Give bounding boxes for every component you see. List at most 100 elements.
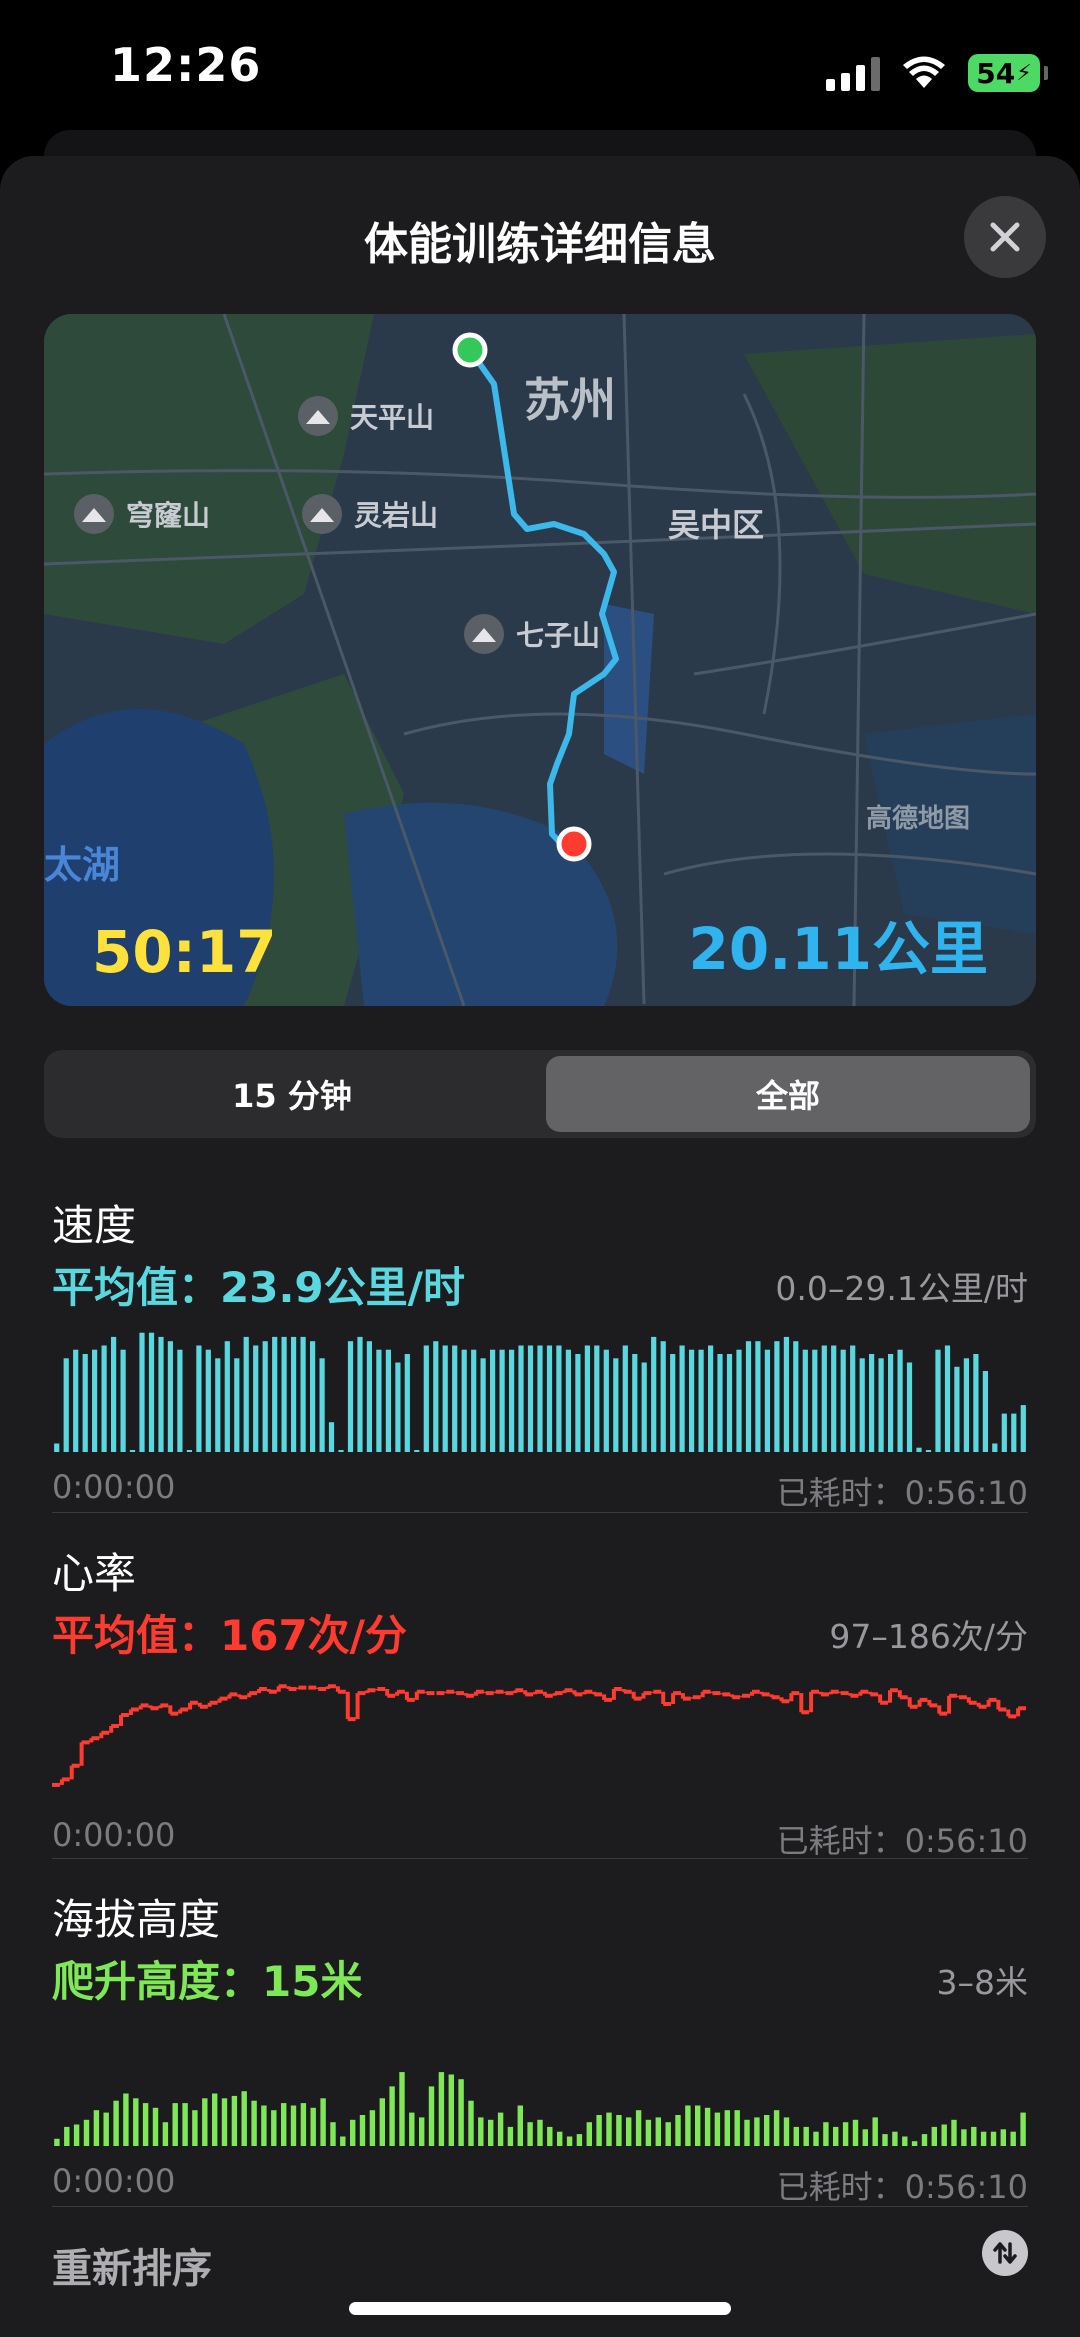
heart-rate-segment xyxy=(917,1697,928,1707)
battery-level: 54 xyxy=(976,56,1016,90)
speed-bar xyxy=(793,1341,799,1452)
elevation-bar xyxy=(862,2129,868,2146)
workout-distance: 20.11公里 xyxy=(688,915,988,983)
elevation-bar xyxy=(833,2126,839,2146)
speed-bar xyxy=(518,1345,524,1452)
heart-rate-average: 平均值：167次/分 xyxy=(52,1611,408,1660)
divider xyxy=(52,1858,1028,1859)
poi-tianpingshan[interactable]: 天平山 xyxy=(298,396,434,436)
elevation-bar xyxy=(911,2141,918,2146)
elevation-bar xyxy=(823,2122,829,2146)
elevation-bar xyxy=(93,2110,100,2146)
reorder-toggle[interactable] xyxy=(982,2230,1028,2276)
poi-label: 灵岩山 xyxy=(354,499,439,532)
heart-rate-segment xyxy=(680,1693,691,1701)
route-map[interactable]: 苏州 吴中区 太湖 高德地图 天平山 穹窿山 灵岩山 七子山 50:17 20.… xyxy=(44,314,1036,1006)
speed-bar xyxy=(357,1336,363,1452)
elevation-section[interactable]: 海拔高度 爬升高度：15米 3–8米 0:00:00 已耗时：0:56:10 xyxy=(52,1886,1028,2216)
elevation-bar xyxy=(497,2112,504,2146)
speed-bar xyxy=(821,1345,827,1452)
heart-rate-segment xyxy=(464,1693,474,1698)
close-icon xyxy=(990,222,1020,252)
heart-rate-segment xyxy=(976,1702,987,1709)
speed-section[interactable]: 速度 平均值：23.9公里/时 0.0–29.1公里/时 0:00:00 已耗时… xyxy=(52,1192,1028,1522)
speed-title: 速度 xyxy=(52,1201,137,1250)
speed-bar xyxy=(433,1341,439,1452)
elevation-bar xyxy=(231,2095,238,2146)
heart-rate-title: 心率 xyxy=(52,1549,137,1598)
close-button[interactable] xyxy=(964,196,1046,278)
speed-bar xyxy=(594,1345,600,1452)
elevation-bar xyxy=(212,2093,218,2146)
poi-qionglongshan[interactable]: 穹窿山 xyxy=(74,494,210,534)
speed-bar xyxy=(774,1341,780,1452)
speed-bar xyxy=(717,1354,723,1452)
heart-rate-segment xyxy=(759,1691,770,1697)
heart-rate-section[interactable]: 心率 平均值：167次/分 97–186次/分 0:00:00 已耗时：0:56… xyxy=(52,1540,1028,1870)
heart-rate-segment xyxy=(503,1691,514,1696)
segment-15-minutes[interactable]: 15 分钟 xyxy=(50,1056,534,1132)
heart-rate-segment xyxy=(779,1697,790,1704)
speed-bar xyxy=(726,1354,733,1452)
heart-rate-segment xyxy=(355,1691,366,1720)
elevation-bar xyxy=(290,2105,297,2146)
elevation-bar xyxy=(320,2098,326,2146)
workout-duration: 50:17 xyxy=(92,918,277,986)
time-range-segmented-control: 15 分钟 全部 xyxy=(44,1050,1036,1138)
speed-bar xyxy=(670,1354,676,1452)
heart-rate-segment xyxy=(888,1688,898,1703)
heart-rate-segment xyxy=(769,1694,780,1700)
speed-bar xyxy=(869,1354,875,1452)
elevation-bar xyxy=(73,2124,80,2146)
heart-rate-segment xyxy=(385,1689,396,1698)
speed-bar xyxy=(736,1349,742,1452)
speed-bar xyxy=(1020,1405,1026,1452)
heart-rate-segment xyxy=(947,1693,957,1714)
speed-bar xyxy=(565,1349,571,1452)
elevation-bar xyxy=(409,2112,415,2146)
heart-rate-segment xyxy=(79,1740,90,1766)
heart-rate-segment xyxy=(168,1705,179,1716)
heart-rate-segment xyxy=(395,1689,405,1696)
segment-all[interactable]: 全部 xyxy=(546,1056,1030,1132)
speed-bar xyxy=(897,1349,903,1452)
cellular-signal-icon xyxy=(826,55,880,91)
elevation-range: 3–8米 xyxy=(936,1963,1029,2002)
speed-bar xyxy=(167,1341,173,1452)
speed-bar xyxy=(925,1450,932,1452)
elevation-bar xyxy=(754,2117,760,2146)
elevation-bar xyxy=(596,2115,602,2146)
elevation-bar xyxy=(310,2107,316,2146)
speed-bar xyxy=(859,1358,865,1452)
map-city-label: 苏州 xyxy=(524,373,616,427)
elevation-bar xyxy=(547,2126,553,2146)
elevation-bar xyxy=(1000,2129,1006,2146)
speed-bar xyxy=(73,1349,79,1452)
elevation-bar xyxy=(103,2112,109,2146)
heart-rate-segment xyxy=(611,1687,622,1700)
heart-rate-segment xyxy=(986,1697,997,1707)
poi-lingyanshan[interactable]: 灵岩山 xyxy=(302,494,438,534)
speed-bar xyxy=(812,1349,818,1452)
speed-bar xyxy=(54,1443,60,1452)
heart-rate-segment xyxy=(907,1697,918,1709)
poi-qizishan[interactable]: 七子山 xyxy=(464,614,600,654)
elevation-bar xyxy=(182,2103,188,2146)
heart-rate-segment xyxy=(178,1707,188,1714)
speed-bar xyxy=(92,1349,98,1452)
speed-bar xyxy=(366,1341,372,1452)
elevation-bar xyxy=(626,2117,632,2146)
elevation-bar xyxy=(300,2103,307,2146)
speed-bar xyxy=(622,1345,628,1452)
heart-rate-segment xyxy=(237,1694,248,1700)
elevation-bar xyxy=(340,2136,346,2146)
speed-bar xyxy=(120,1349,126,1452)
poi-label: 穹窿山 xyxy=(126,499,211,532)
heart-rate-segment xyxy=(296,1685,307,1690)
reorder-button[interactable]: 重新排序 xyxy=(52,2236,212,2294)
heart-rate-chart xyxy=(52,1684,1026,1787)
elevation-bar xyxy=(123,2093,129,2146)
speed-bar xyxy=(1011,1413,1017,1452)
heart-rate-segment xyxy=(592,1691,603,1697)
heart-rate-axis-end: 已耗时：0:56:10 xyxy=(776,1822,1028,1860)
